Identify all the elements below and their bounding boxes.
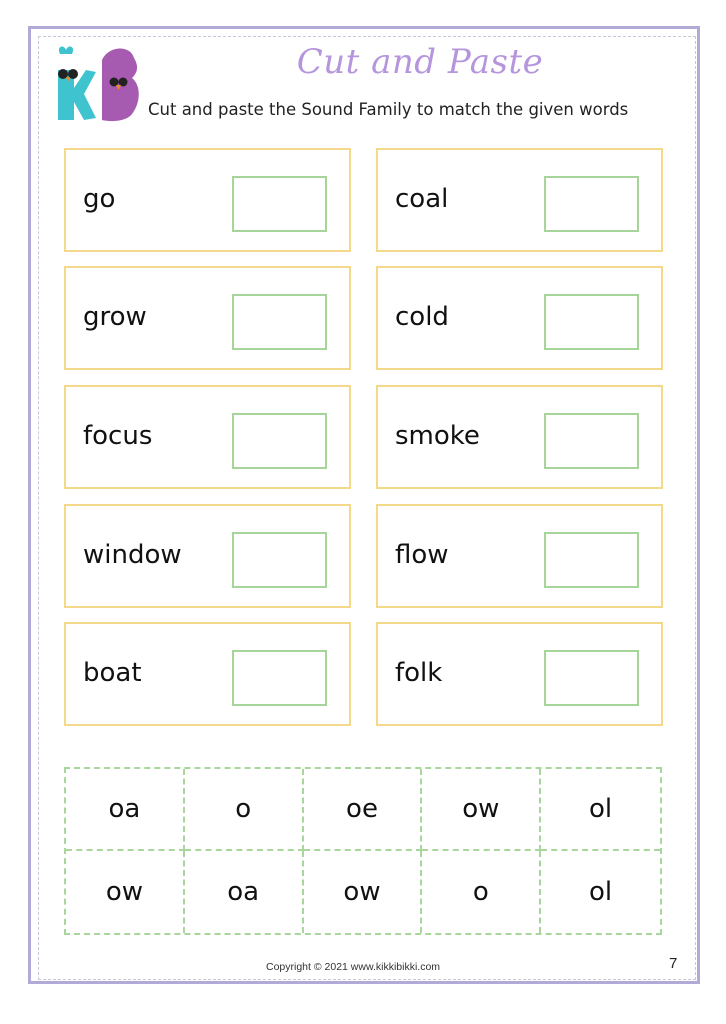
- word-card: folk: [376, 622, 663, 726]
- paste-slot[interactable]: [232, 294, 327, 350]
- word-card: boat: [64, 622, 351, 726]
- kikkibikki-logo-icon: [58, 46, 139, 122]
- word-label: folk: [395, 658, 443, 688]
- word-card: focus: [64, 385, 351, 489]
- word-card: window: [64, 504, 351, 608]
- copyright-text: Copyright © 2021 www.kikkibikki.com: [266, 961, 441, 973]
- word-card: cold: [376, 266, 663, 370]
- cutout-tile[interactable]: ow: [66, 851, 185, 933]
- cutout-tile[interactable]: ol: [541, 851, 660, 933]
- cutout-tile[interactable]: o: [422, 851, 542, 933]
- paste-slot[interactable]: [232, 176, 327, 232]
- word-card: coal: [376, 148, 663, 252]
- cutout-tile[interactable]: o: [184, 769, 304, 851]
- paste-slot[interactable]: [544, 294, 639, 350]
- word-card: grow: [64, 266, 351, 370]
- word-card: smoke: [376, 385, 663, 489]
- word-label: cold: [395, 302, 449, 332]
- paste-slot[interactable]: [232, 413, 327, 469]
- word-label: focus: [83, 421, 153, 451]
- word-label: coal: [395, 184, 449, 214]
- word-label: flow: [395, 540, 449, 570]
- word-label: smoke: [395, 421, 480, 451]
- word-label: go: [83, 184, 116, 214]
- word-card: go: [64, 148, 351, 252]
- paste-slot[interactable]: [544, 650, 639, 706]
- instructions: Cut and paste the Sound Family to match …: [148, 100, 629, 119]
- cutout-tile[interactable]: ow: [304, 851, 423, 933]
- paste-slot[interactable]: [544, 532, 639, 588]
- word-label: boat: [83, 658, 142, 688]
- cutout-tile[interactable]: ow: [422, 769, 542, 851]
- page-title: Cut and Paste: [296, 42, 544, 82]
- paste-slot[interactable]: [232, 532, 327, 588]
- word-label: window: [83, 540, 182, 570]
- cutout-tile[interactable]: ol: [541, 769, 660, 851]
- paste-slot[interactable]: [544, 413, 639, 469]
- cutout-grid: oa o oe ow ol ow oa ow o ol: [64, 767, 662, 935]
- cutout-tile[interactable]: oa: [185, 851, 304, 933]
- word-card: flow: [376, 504, 663, 608]
- word-label: grow: [83, 302, 147, 332]
- cutout-tile[interactable]: oe: [303, 769, 423, 851]
- page-number: 7: [669, 955, 678, 972]
- paste-slot[interactable]: [544, 176, 639, 232]
- cutout-tile[interactable]: oa: [66, 769, 185, 851]
- paste-slot[interactable]: [232, 650, 327, 706]
